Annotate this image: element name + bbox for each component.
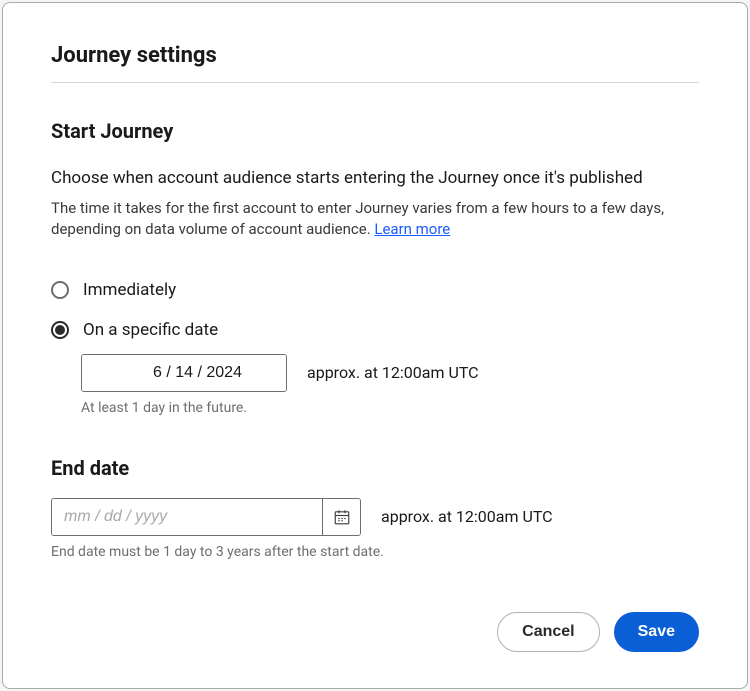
end-date-heading: End date (51, 456, 699, 480)
end-approx-text: approx. at 12:00am UTC (381, 507, 553, 526)
start-subtext: The time it takes for the first account … (51, 198, 699, 240)
end-date-input[interactable] (52, 499, 322, 535)
cancel-button[interactable]: Cancel (497, 612, 599, 652)
start-approx-text: approx. at 12:00am UTC (307, 363, 479, 382)
end-date-section: End date (51, 456, 699, 560)
radio-specific-date-label[interactable]: On a specific date (83, 320, 218, 340)
start-date-input[interactable] (82, 355, 287, 391)
radio-immediately[interactable] (51, 281, 69, 299)
radio-row-specific-date[interactable]: On a specific date (51, 320, 699, 340)
start-date-field[interactable] (81, 354, 287, 392)
dialog-title: Journey settings (51, 43, 699, 68)
start-lead-text: Choose when account audience starts ente… (51, 167, 699, 190)
save-button[interactable]: Save (614, 612, 699, 652)
start-subtext-body: The time it takes for the first account … (51, 199, 664, 238)
start-journey-heading: Start Journey (51, 119, 699, 143)
divider (51, 82, 699, 83)
learn-more-link[interactable]: Learn more (374, 220, 450, 238)
radio-row-immediately[interactable]: Immediately (51, 280, 699, 300)
radio-specific-date[interactable] (51, 321, 69, 339)
end-date-row: approx. at 12:00am UTC (51, 498, 699, 536)
calendar-icon (333, 508, 351, 526)
end-date-calendar-button[interactable] (322, 499, 360, 535)
end-date-field[interactable] (51, 498, 361, 536)
start-date-hint: At least 1 day in the future. (81, 400, 699, 416)
start-date-row: approx. at 12:00am UTC (81, 354, 699, 392)
end-date-hint: End date must be 1 day to 3 years after … (51, 544, 699, 560)
dialog-footer: Cancel Save (51, 612, 699, 652)
start-radio-group: Immediately On a specific date (51, 280, 699, 416)
journey-settings-dialog: Journey settings Start Journey Choose wh… (2, 2, 748, 689)
radio-immediately-label[interactable]: Immediately (83, 280, 176, 300)
